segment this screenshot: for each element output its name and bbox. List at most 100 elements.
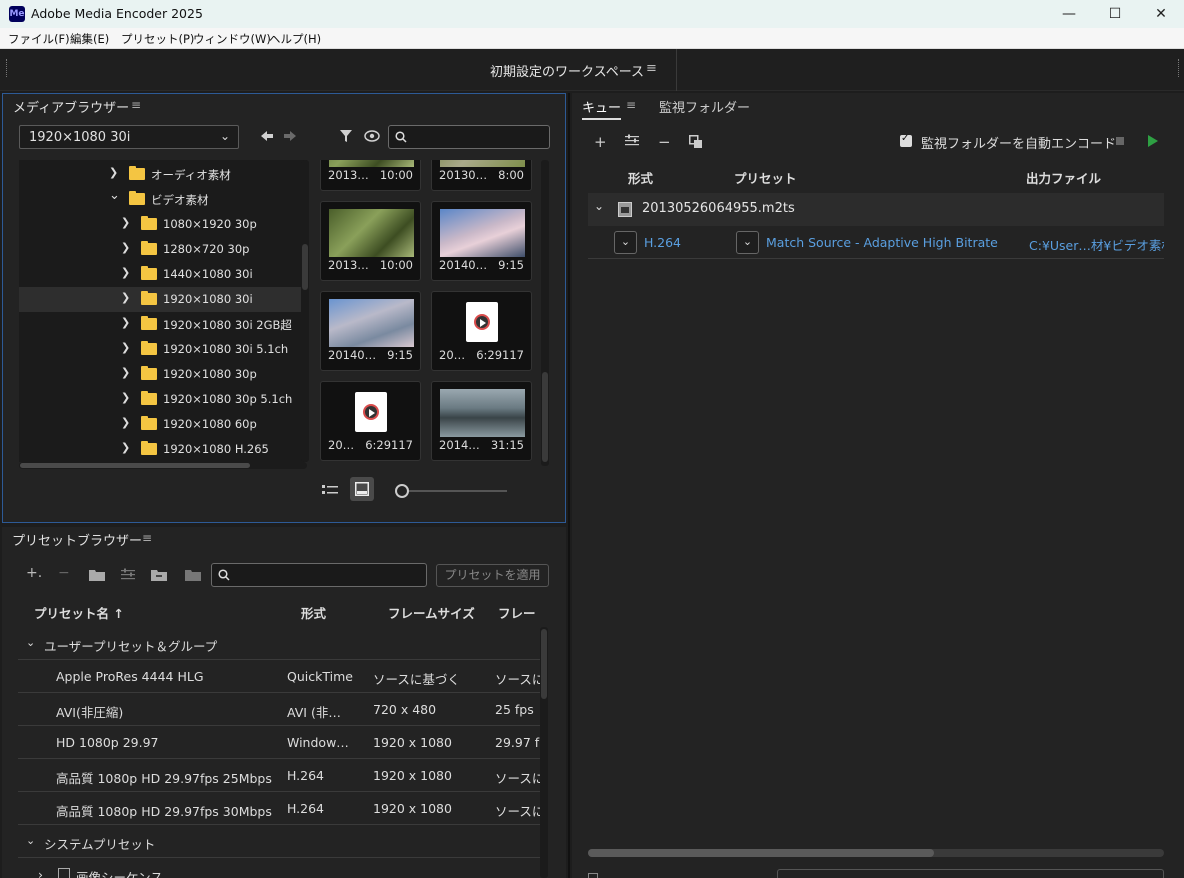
menu-window[interactable]: ウィンドウ(W) (193, 31, 271, 47)
preset-browser-title[interactable]: プリセットブラウザー (12, 530, 142, 549)
chevron-right-icon[interactable]: ❯ (121, 291, 130, 304)
chevron-right-icon[interactable]: ❯ (121, 216, 130, 229)
apply-preset-button[interactable]: プリセットを適用 (436, 564, 549, 587)
media-thumbnail[interactable]: 20140… 9:15 (431, 201, 532, 281)
new-preset-icon[interactable]: +. (26, 565, 42, 581)
grip-handle-right[interactable] (1178, 59, 1181, 77)
thumb-scrollbar-thumb[interactable] (542, 372, 548, 462)
chevron-right-icon[interactable]: ❯ (121, 341, 130, 354)
chevron-right-icon[interactable]: ❯ (109, 166, 118, 179)
media-browser-title[interactable]: メディアブラウザー (13, 97, 129, 116)
tree-item[interactable]: ❯ 1920×1080 30p (19, 362, 303, 387)
column-frame-size[interactable]: フレームサイズ (388, 603, 475, 622)
chevron-right-icon[interactable]: ❯ (121, 316, 130, 329)
eye-icon[interactable] (364, 130, 380, 142)
format-link[interactable]: H.264 (644, 235, 681, 250)
import-preset-icon[interactable] (151, 568, 167, 581)
chevron-right-icon[interactable]: ❯ (121, 266, 130, 279)
column-format[interactable]: 形式 (628, 168, 653, 187)
preset-row[interactable]: Apple ProRes 4444 HLG QuickTime ソースに基づく ソース… (18, 660, 540, 693)
tree-item[interactable]: ❯ 1920×1080 H.265 (19, 437, 303, 462)
zoom-slider-handle[interactable] (395, 484, 409, 498)
preset-row[interactable]: 高品質 1080p HD 29.97fps 30Mbps H.264 1920 x … (18, 792, 540, 825)
workspace-title[interactable]: 初期設定のワークスペース (490, 61, 644, 80)
tree-hscroll-thumb[interactable] (20, 463, 250, 468)
column-preset-name[interactable]: プリセット名 ↑ (34, 603, 124, 622)
option-checkbox[interactable] (588, 873, 598, 878)
maximize-button[interactable]: ☐ (1092, 0, 1138, 28)
queue-settings-icon[interactable] (625, 134, 639, 147)
output-file-link[interactable]: C:¥User…材¥ビデオ素材 (1029, 235, 1164, 254)
chevron-right-icon[interactable]: ❯ (121, 366, 130, 379)
column-frame-rate[interactable]: フレー (498, 603, 536, 622)
chevron-right-icon[interactable]: ❯ (121, 391, 130, 404)
tab-queue[interactable]: キュー (582, 97, 622, 120)
tree-item[interactable]: ⌄ ビデオ素材 (19, 187, 303, 212)
tree-item[interactable]: ❯ 1920×1080 30i 2GB超 (19, 312, 303, 337)
workspace-menu-icon[interactable]: ≡ (646, 61, 657, 76)
preset-search-input[interactable] (211, 563, 427, 587)
menu-edit[interactable]: 編集(E) (70, 31, 109, 47)
menu-preset[interactable]: プリセット(P) (121, 31, 194, 47)
close-button[interactable]: ✕ (1138, 0, 1184, 28)
preset-row[interactable]: AVI(非圧縮) AVI (非… 720 x 480 25 fps (18, 693, 540, 726)
chevron-down-icon[interactable]: ⌄ (109, 188, 120, 203)
tree-item[interactable]: ❯ 1920×1080 30i 5.1ch (19, 337, 303, 362)
preset-dropdown-button[interactable]: ⌄ (736, 231, 759, 254)
tab-watch-folders[interactable]: 監視フォルダー (659, 97, 750, 116)
renderer-select[interactable] (777, 869, 1164, 878)
preset-scrollbar-thumb[interactable] (541, 629, 547, 699)
list-view-icon[interactable] (322, 483, 338, 497)
group-user-presets[interactable]: ⌄ ユーザープリセット＆グループ (18, 627, 540, 660)
preset-settings-icon[interactable] (121, 568, 135, 581)
queue-hscroll-thumb[interactable] (588, 849, 934, 857)
queue-output-row[interactable]: ⌄ H.264 ⌄ Match Source - Adaptive High B… (588, 226, 1164, 259)
add-source-icon[interactable]: + (594, 133, 607, 151)
forward-arrow-icon[interactable] (283, 129, 297, 143)
column-preset[interactable]: プリセット (734, 168, 797, 187)
back-arrow-icon[interactable] (260, 129, 274, 143)
column-output-file[interactable]: 出力ファイル (1026, 168, 1101, 187)
tree-item[interactable]: ❯ 1920×1080 60p (19, 412, 303, 437)
media-thumbnail[interactable]: 2014… 31:15 (431, 381, 532, 461)
media-thumbnail[interactable]: 20… 6:29117 (320, 381, 421, 461)
filter-icon[interactable] (339, 129, 353, 143)
auto-encode-checkbox[interactable]: ✓ (900, 133, 912, 147)
queue-menu-icon[interactable]: ≡ (626, 98, 636, 112)
duplicate-icon[interactable] (689, 135, 703, 149)
preset-row-image-sequence[interactable]: › 画像シーケンス (18, 858, 540, 878)
start-queue-icon[interactable] (1147, 134, 1159, 148)
media-thumbnail[interactable]: 20… 6:29117 (431, 291, 532, 371)
tree-item[interactable]: ❯ オーディオ素材 (19, 162, 303, 187)
remove-preset-icon[interactable]: − (58, 565, 70, 581)
column-format[interactable]: 形式 (301, 603, 326, 622)
queue-source-row[interactable]: ⌄ 20130526064955.m2ts (588, 193, 1164, 226)
menu-file[interactable]: ファイル(F) (8, 31, 70, 47)
tree-item[interactable]: ❯ 1280×720 30p (19, 237, 303, 262)
chevron-right-icon[interactable]: ❯ (121, 241, 130, 254)
folder-select[interactable]: 1920×1080 30i ⌄ (19, 125, 239, 149)
minimize-button[interactable]: — (1046, 0, 1092, 28)
group-system-presets[interactable]: ⌄ システムプリセット (18, 825, 540, 858)
tree-item[interactable]: ❯ 1920×1080 30i (19, 287, 303, 312)
tree-scrollbar-track[interactable] (301, 160, 309, 462)
preset-row[interactable]: HD 1080p 29.97 Window… 1920 x 1080 29.97 fp… (18, 726, 540, 759)
preset-browser-menu-icon[interactable]: ≡ (142, 531, 152, 545)
new-group-icon[interactable] (89, 568, 105, 581)
media-thumbnail[interactable]: 20140… 9:15 (320, 291, 421, 371)
remove-icon[interactable]: − (658, 133, 671, 151)
media-browser-menu-icon[interactable]: ≡ (131, 98, 141, 112)
tree-item[interactable]: ❯ 1920×1080 30p 5.1ch (19, 387, 303, 412)
preset-row[interactable]: 高品質 1080p HD 29.97fps 25Mbps H.264 1920 x … (18, 759, 540, 792)
chevron-right-icon[interactable]: ❯ (121, 441, 130, 454)
tree-item[interactable]: ❯ 1440×1080 30i (19, 262, 303, 287)
menu-help[interactable]: ヘルプ(H) (269, 31, 321, 47)
tree-scrollbar-thumb[interactable] (302, 244, 308, 290)
chevron-right-icon[interactable]: ❯ (121, 416, 130, 429)
media-thumbnail[interactable]: 20130… 8:00 (431, 160, 532, 191)
export-preset-icon[interactable] (185, 568, 201, 581)
stop-icon[interactable] (1116, 137, 1124, 145)
tree-item[interactable]: ❯ 1080×1920 30p (19, 212, 303, 237)
media-thumbnail[interactable]: 2013… 10:00 (320, 160, 421, 191)
media-search-input[interactable] (388, 125, 550, 149)
